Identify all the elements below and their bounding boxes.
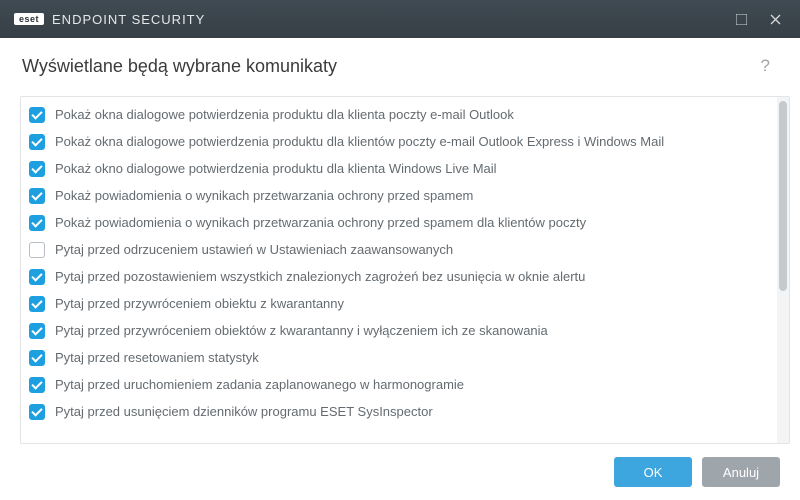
checkbox[interactable]: [29, 404, 45, 420]
option-label: Pytaj przed pozostawieniem wszystkich zn…: [55, 269, 585, 284]
option-label: Pytaj przed przywróceniem obiektów z kwa…: [55, 323, 548, 338]
brand-product-name: ENDPOINT SECURITY: [52, 12, 205, 27]
ok-button[interactable]: OK: [614, 457, 692, 487]
minimize-button[interactable]: [724, 0, 758, 38]
option-label: Pokaż okna dialogowe potwierdzenia produ…: [55, 107, 514, 122]
option-row[interactable]: Pokaż powiadomienia o wynikach przetwarz…: [21, 209, 777, 236]
checkbox[interactable]: [29, 107, 45, 123]
option-row[interactable]: Pytaj przed usunięciem dzienników progra…: [21, 398, 777, 425]
scrollbar-thumb[interactable]: [779, 101, 787, 291]
option-label: Pytaj przed uruchomieniem zadania zaplan…: [55, 377, 464, 392]
dialog-header: Wyświetlane będą wybrane komunikaty ?: [0, 38, 800, 90]
option-row[interactable]: Pytaj przed resetowaniem statystyk: [21, 344, 777, 371]
checkbox[interactable]: [29, 215, 45, 231]
checkbox[interactable]: [29, 134, 45, 150]
option-label: Pokaż powiadomienia o wynikach przetwarz…: [55, 188, 473, 203]
option-row[interactable]: Pytaj przed odrzuceniem ustawień w Ustaw…: [21, 236, 777, 263]
checkbox[interactable]: [29, 161, 45, 177]
checkbox[interactable]: [29, 188, 45, 204]
option-row[interactable]: Pytaj przed przywróceniem obiektu z kwar…: [21, 290, 777, 317]
checkbox[interactable]: [29, 269, 45, 285]
options-list-container: Pokaż okna dialogowe potwierdzenia produ…: [20, 96, 790, 444]
page-title: Wyświetlane będą wybrane komunikaty: [22, 56, 753, 77]
cancel-button[interactable]: Anuluj: [702, 457, 780, 487]
option-label: Pytaj przed usunięciem dzienników progra…: [55, 404, 433, 419]
checkbox[interactable]: [29, 323, 45, 339]
option-row[interactable]: Pokaż okna dialogowe potwierdzenia produ…: [21, 128, 777, 155]
option-row[interactable]: Pytaj przed przywróceniem obiektów z kwa…: [21, 317, 777, 344]
option-label: Pokaż powiadomienia o wynikach przetwarz…: [55, 215, 586, 230]
minimize-icon: [736, 14, 747, 25]
options-list: Pokaż okna dialogowe potwierdzenia produ…: [21, 97, 777, 443]
option-row[interactable]: Pytaj przed pozostawieniem wszystkich zn…: [21, 263, 777, 290]
option-label: Pytaj przed odrzuceniem ustawień w Ustaw…: [55, 242, 453, 257]
scrollbar[interactable]: [777, 97, 789, 443]
close-button[interactable]: [758, 0, 792, 38]
checkbox[interactable]: [29, 350, 45, 366]
option-label: Pokaż okna dialogowe potwierdzenia produ…: [55, 134, 664, 149]
checkbox[interactable]: [29, 377, 45, 393]
checkbox[interactable]: [29, 242, 45, 258]
dialog-footer: OK Anuluj: [0, 444, 800, 500]
option-label: Pokaż okno dialogowe potwierdzenia produ…: [55, 161, 497, 176]
help-icon[interactable]: ?: [753, 52, 778, 80]
option-row[interactable]: Pytaj przed uruchomieniem zadania zaplan…: [21, 371, 777, 398]
option-label: Pytaj przed przywróceniem obiektu z kwar…: [55, 296, 344, 311]
brand-badge: eset: [14, 13, 44, 25]
option-row[interactable]: Pokaż okna dialogowe potwierdzenia produ…: [21, 101, 777, 128]
option-row[interactable]: Pokaż okno dialogowe potwierdzenia produ…: [21, 155, 777, 182]
option-row[interactable]: Pokaż powiadomienia o wynikach przetwarz…: [21, 182, 777, 209]
close-icon: [770, 14, 781, 25]
titlebar: eset ENDPOINT SECURITY: [0, 0, 800, 38]
checkbox[interactable]: [29, 296, 45, 312]
option-label: Pytaj przed resetowaniem statystyk: [55, 350, 259, 365]
